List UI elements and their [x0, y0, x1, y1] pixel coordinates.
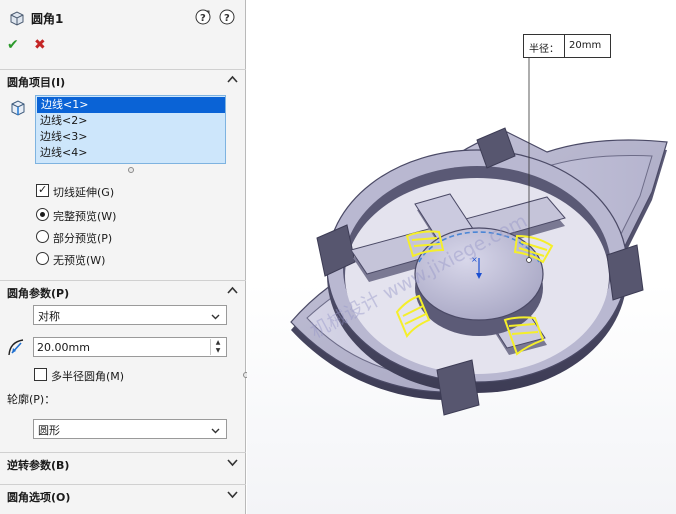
fillet-params-title: 圆角参数(P)	[7, 287, 70, 300]
list-item[interactable]: 边线<1>	[37, 97, 225, 113]
fillet-options-title: 圆角选项(O)	[7, 491, 71, 504]
partial-preview-label: 部分预览(P)	[53, 232, 113, 245]
list-resize-handle[interactable]	[128, 167, 134, 173]
property-manager: 圆角1 ? ? ✔ ✖ 圆角项目(I) 边线<1> 边线<2> 边线<3> 边线…	[0, 0, 246, 514]
fillet-feature-icon	[8, 9, 26, 30]
list-item[interactable]: 边线<4>	[36, 145, 225, 161]
no-preview-label: 无预览(W)	[53, 254, 106, 267]
help-icon[interactable]: ?	[219, 9, 235, 25]
radius-value[interactable]: 20.00mm	[37, 341, 90, 354]
radius-icon	[7, 337, 29, 360]
tangent-propagation-checkbox[interactable]: ✓	[36, 183, 49, 197]
fillet-params-header[interactable]: 圆角参数(P)	[0, 280, 246, 302]
multi-radius-checkbox[interactable]	[34, 368, 47, 381]
list-item[interactable]: 边线<3>	[36, 129, 225, 145]
reverse-params-header[interactable]: 逆转参数(B)	[0, 452, 246, 474]
stepper-up-icon[interactable]: ▲	[211, 339, 225, 347]
radius-callout[interactable]: 半径： 20mm	[523, 34, 611, 58]
stepper-down-icon[interactable]: ▼	[211, 347, 225, 355]
edge-selection-icon	[9, 99, 27, 120]
profile-label: 轮廓(P)：	[7, 393, 56, 406]
feature-title: 圆角1	[31, 12, 64, 26]
fillet-options-header[interactable]: 圆角选项(O)	[0, 484, 246, 506]
no-preview-radio[interactable]	[36, 252, 49, 265]
fillet-items-header[interactable]: 圆角项目(I)	[0, 69, 246, 91]
radius-callout-caption: 半径：	[529, 44, 559, 55]
chevron-down-icon[interactable]	[227, 457, 238, 468]
reverse-params-title: 逆转参数(B)	[7, 459, 70, 472]
chevron-down-icon	[211, 311, 220, 320]
multi-radius-label: 多半径圆角(M)	[51, 370, 125, 383]
chevron-down-icon[interactable]	[227, 489, 238, 500]
list-item[interactable]: 边线<2>	[36, 113, 225, 129]
partial-preview-radio[interactable]	[36, 230, 49, 243]
full-preview-radio[interactable]	[36, 208, 49, 221]
cancel-button[interactable]: ✖	[34, 38, 46, 52]
ok-button[interactable]: ✔	[7, 38, 19, 52]
chevron-down-icon	[211, 425, 220, 434]
svg-text:?: ?	[224, 13, 230, 24]
fillet-method-select[interactable]: 对称	[33, 305, 227, 325]
profile-value: 圆形	[38, 424, 60, 437]
radius-input[interactable]: 20.00mm ▲ ▼	[33, 337, 227, 357]
fillet-method-value: 对称	[38, 310, 60, 323]
svg-text:?: ?	[200, 13, 206, 24]
chevron-up-icon[interactable]	[227, 74, 238, 85]
edge-list[interactable]: 边线<1> 边线<2> 边线<3> 边线<4>	[35, 95, 226, 164]
radius-callout-value[interactable]: 20mm	[569, 40, 601, 51]
profile-select[interactable]: 圆形	[33, 419, 227, 439]
full-preview-label: 完整预览(W)	[53, 210, 117, 223]
chevron-up-icon[interactable]	[227, 285, 238, 296]
graphics-viewport[interactable]: × 半径： 20mm 机械设计 www.jixiege.com	[247, 0, 676, 514]
tangent-propagation-label: 切线延伸(G)	[53, 186, 115, 199]
help-link-icon[interactable]: ?	[195, 9, 211, 25]
fillet-items-title: 圆角项目(I)	[7, 76, 66, 89]
feature-titlebar: 圆角1 ? ?	[0, 0, 246, 36]
callout-divider	[564, 35, 565, 57]
radius-stepper[interactable]: ▲ ▼	[210, 339, 225, 355]
